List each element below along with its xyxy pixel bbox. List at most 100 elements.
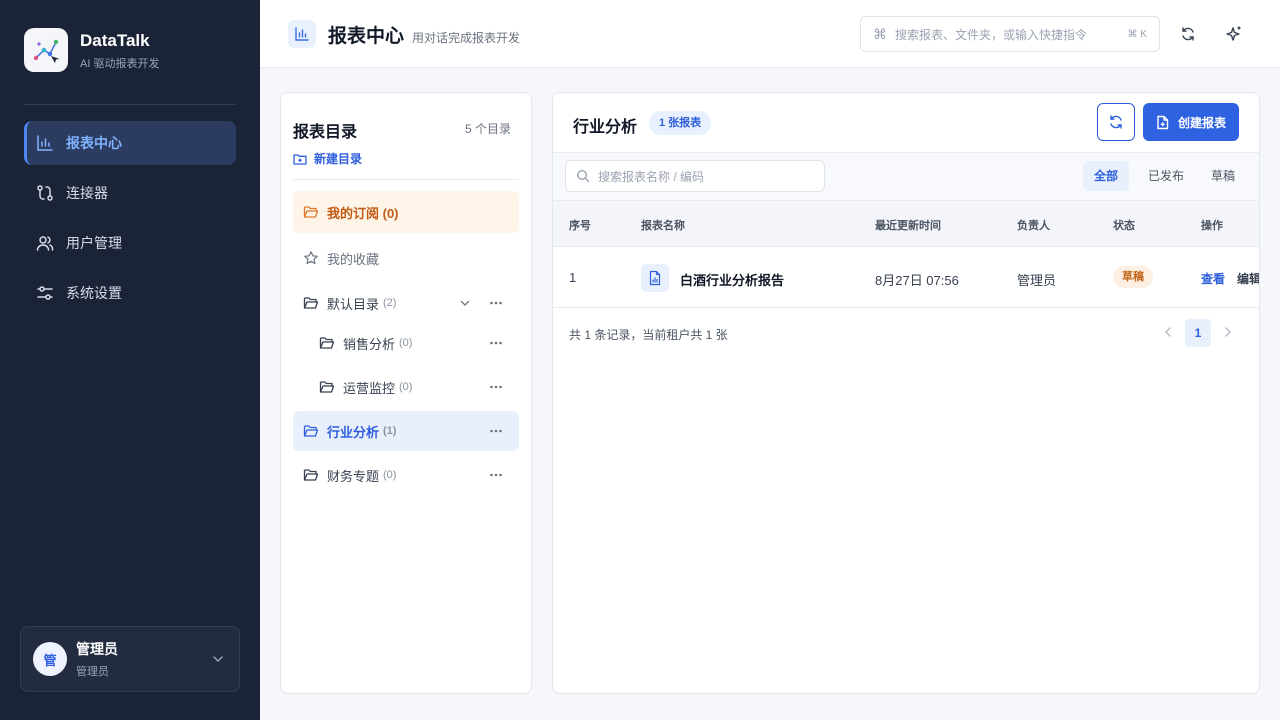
refresh-button[interactable] — [1174, 20, 1202, 48]
refresh-reports-button[interactable] — [1097, 103, 1135, 141]
more-icon[interactable] — [489, 468, 503, 482]
search-placeholder: 搜索报表、文件夹，或输入快捷指令 — [895, 27, 1088, 42]
column-header-name: 报表名称 — [641, 220, 685, 232]
folder-open-icon — [303, 206, 319, 218]
table-row[interactable]: 1 白酒行业分析报告 8月27日 07:56 管理员 草稿 查看 编辑 — [553, 247, 1259, 308]
folder-open-icon — [303, 297, 319, 309]
nav-item-report-center[interactable]: 报表中心 — [24, 121, 236, 165]
user-menu[interactable]: 管 管理员 管理员 — [20, 626, 240, 692]
ai-assistant-button[interactable] — [1220, 20, 1248, 48]
filter-tab-all[interactable]: 全部 — [1083, 161, 1130, 191]
directory-divider — [293, 179, 519, 180]
folder-open-icon — [319, 337, 335, 349]
reports-title: 行业分析 — [573, 119, 638, 136]
directory-item-finance[interactable]: 财务专题 (0) — [293, 455, 519, 495]
column-header-actions: 操作 — [1201, 220, 1223, 232]
reports-panel: 行业分析 1 张报表 创建报表 搜索报表名称 / 编码 全部 已发布 草稿 序号… — [552, 92, 1260, 694]
pagination-summary: 共 1 条记录，当前租户共 1 张 — [569, 328, 728, 342]
top-header: 报表中心 用对话完成报表开发 ⌘ 搜索报表、文件夹，或输入快捷指令 ⌘ K — [260, 0, 1280, 68]
folder-open-icon — [303, 469, 319, 481]
directory-item-default[interactable]: 默认目录 (2) — [293, 283, 519, 323]
file-plus-icon — [1157, 115, 1169, 129]
directory-count-badge: (0) — [399, 337, 413, 349]
nav-item-users[interactable]: 用户管理 — [24, 221, 236, 265]
report-name-link[interactable]: 白酒行业分析报告 — [680, 270, 784, 289]
more-icon[interactable] — [489, 336, 503, 350]
directory-item-industry[interactable]: 行业分析 (1) — [293, 411, 519, 451]
bar-chart-icon — [37, 135, 53, 151]
sidebar-divider — [24, 104, 236, 105]
nav-label: 用户管理 — [66, 235, 122, 251]
search-icon — [576, 169, 590, 183]
nav-label: 系统设置 — [66, 285, 122, 301]
brand-logo — [24, 28, 68, 72]
directory-item-operations[interactable]: 运营监控 (0) — [293, 367, 519, 407]
user-name: 管理员 — [76, 641, 118, 657]
avatar: 管 — [33, 642, 67, 676]
nav-item-connectors[interactable]: 连接器 — [24, 171, 236, 215]
column-header-index: 序号 — [569, 220, 591, 232]
directory-item-favorites[interactable]: 我的收藏 — [293, 238, 519, 278]
more-icon[interactable] — [489, 424, 503, 438]
refresh-icon — [1182, 27, 1194, 41]
brand[interactable]: DataTalk AI 驱动报表开发 — [24, 28, 159, 72]
new-directory-button[interactable]: 新建目录 — [293, 150, 362, 167]
directory-item-sales[interactable]: 销售分析 (0) — [293, 323, 519, 363]
row-index: 1 — [569, 270, 577, 285]
chevron-down-icon[interactable] — [459, 297, 471, 309]
refresh-icon — [1110, 115, 1122, 129]
sliders-icon — [37, 286, 53, 300]
report-file-icon — [641, 264, 669, 292]
sparkle-icon — [1226, 26, 1241, 41]
sidebar: DataTalk AI 驱动报表开发 报表中心 连接器 用户管理 系统设置 管 … — [0, 0, 260, 720]
reports-toolbar: 搜索报表名称 / 编码 全部 已发布 草稿 — [553, 153, 1259, 201]
create-report-label: 创建报表 — [1178, 115, 1227, 130]
row-owner: 管理员 — [1017, 273, 1057, 288]
filter-tab-published[interactable]: 已发布 — [1137, 161, 1195, 191]
directory-item-subscriptions[interactable]: 我的订阅 (0) — [293, 191, 519, 233]
nav-label: 连接器 — [66, 185, 108, 201]
star-icon — [304, 251, 318, 265]
directory-label: 我的订阅 (0) — [327, 205, 399, 221]
directory-label: 我的收藏 — [327, 251, 380, 267]
filter-tab-draft[interactable]: 草稿 — [1200, 161, 1246, 191]
report-search-input[interactable]: 搜索报表名称 / 编码 — [565, 160, 825, 192]
connector-icon — [37, 185, 53, 201]
more-icon[interactable] — [489, 380, 503, 394]
directory-count: 5 个目录 — [464, 122, 511, 136]
directory-count-badge: (0) — [399, 381, 413, 393]
report-count-badge: 1 张报表 — [649, 111, 712, 135]
view-report-link[interactable]: 查看 — [1201, 270, 1225, 287]
more-icon[interactable] — [489, 296, 503, 310]
edit-report-link[interactable]: 编辑 — [1237, 270, 1259, 287]
directory-panel: 报表目录 5 个目录 新建目录 我的订阅 (0) 我的收藏 默认目录 (2) 销… — [280, 92, 532, 694]
directory-count-badge: (1) — [383, 425, 397, 437]
nav-item-settings[interactable]: 系统设置 — [24, 271, 236, 315]
report-search-placeholder: 搜索报表名称 / 编码 — [598, 169, 705, 184]
folder-open-icon — [319, 381, 335, 393]
global-search-input[interactable]: ⌘ 搜索报表、文件夹，或输入快捷指令 ⌘ K — [860, 16, 1160, 52]
row-updated-time: 8月27日 07:56 — [875, 273, 959, 288]
main-nav: 报表中心 连接器 用户管理 系统设置 — [24, 121, 236, 321]
nav-label: 报表中心 — [66, 135, 122, 151]
report-center-icon — [288, 20, 316, 48]
brand-subtitle: AI 驱动报表开发 — [80, 57, 160, 70]
column-header-status: 状态 — [1113, 220, 1135, 232]
folder-open-icon — [303, 425, 319, 437]
chevron-down-icon — [213, 656, 223, 663]
create-report-button[interactable]: 创建报表 — [1143, 103, 1239, 141]
directory-label: 默认目录 — [327, 296, 380, 312]
page-subtitle: 用对话完成报表开发 — [412, 31, 521, 45]
directory-count-badge: (2) — [383, 297, 397, 309]
user-role: 管理员 — [76, 666, 109, 678]
column-header-updated: 最近更新时间 — [875, 220, 941, 232]
page-title: 报表中心 — [328, 26, 405, 47]
brand-name: DataTalk — [80, 30, 150, 50]
directory-title: 报表目录 — [293, 124, 358, 141]
chevron-right-icon[interactable] — [1221, 325, 1235, 339]
users-icon — [36, 236, 54, 251]
command-icon: ⌘ — [873, 25, 887, 42]
page-number-button[interactable]: 1 — [1185, 319, 1211, 347]
directory-label: 财务专题 — [327, 468, 380, 484]
chevron-left-icon[interactable] — [1161, 325, 1175, 339]
